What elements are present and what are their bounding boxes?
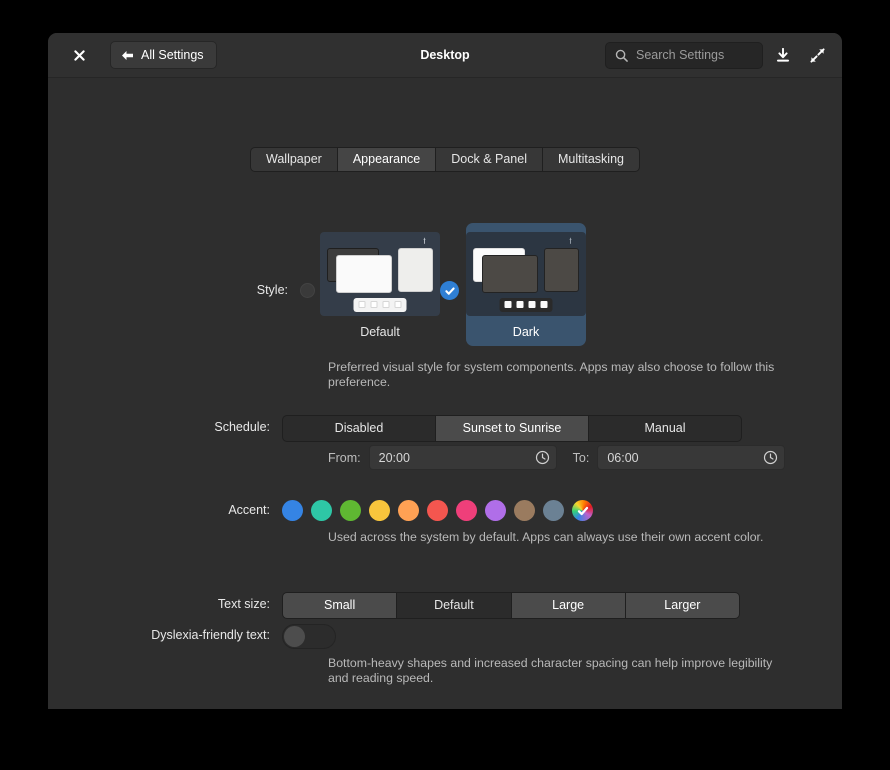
fullscreen-button[interactable] bbox=[803, 41, 831, 69]
preview-dock bbox=[354, 298, 407, 312]
schedule-time-row: From: 20:00 To: 06:00 bbox=[328, 445, 785, 470]
search-input[interactable]: Search Settings bbox=[605, 42, 763, 69]
tab-dock-panel[interactable]: Dock & Panel bbox=[436, 148, 542, 171]
download-button[interactable] bbox=[769, 41, 797, 69]
text-size-option-small[interactable]: Small bbox=[283, 593, 396, 618]
to-time-value: 06:00 bbox=[607, 451, 763, 465]
style-dark-selected-check[interactable] bbox=[440, 281, 459, 300]
style-default-caption: Default bbox=[360, 325, 400, 339]
style-dark-caption: Dark bbox=[513, 325, 539, 339]
accent-swatches bbox=[282, 500, 593, 521]
header-bar: All Settings Desktop Search Settings bbox=[48, 33, 842, 78]
schedule-row: Schedule: Disabled Sunset to Sunrise Man… bbox=[48, 415, 742, 442]
style-preview-dark bbox=[466, 232, 586, 316]
preview-window-front bbox=[336, 255, 392, 293]
dyslexia-description: Bottom-heavy shapes and increased charac… bbox=[328, 656, 780, 687]
preview-window-front bbox=[482, 255, 538, 293]
schedule-option-disabled[interactable]: Disabled bbox=[283, 416, 435, 441]
all-settings-back-button[interactable]: All Settings bbox=[110, 41, 217, 69]
search-icon bbox=[615, 49, 628, 62]
accent-swatch-yellow[interactable] bbox=[369, 500, 390, 521]
schedule-segmented-control: Disabled Sunset to Sunrise Manual bbox=[282, 415, 742, 442]
accent-swatch-orange[interactable] bbox=[398, 500, 419, 521]
check-icon bbox=[572, 500, 593, 521]
from-label: From: bbox=[328, 451, 361, 465]
style-description: Preferred visual style for system compon… bbox=[328, 360, 780, 391]
style-option-dark[interactable]: Dark bbox=[466, 223, 586, 346]
accent-description: Used across the system by default. Apps … bbox=[328, 530, 780, 545]
header-actions: Search Settings bbox=[605, 41, 831, 69]
accent-swatch-pink[interactable] bbox=[456, 500, 477, 521]
preview-window-side bbox=[398, 248, 433, 292]
schedule-option-manual[interactable]: Manual bbox=[589, 416, 741, 441]
accent-label: Accent: bbox=[48, 500, 282, 518]
tab-wallpaper[interactable]: Wallpaper bbox=[251, 148, 337, 171]
style-option-default[interactable]: Default bbox=[320, 223, 440, 346]
style-preview-default bbox=[320, 232, 440, 316]
pin-icon bbox=[567, 237, 574, 246]
close-window-button[interactable] bbox=[66, 42, 92, 68]
text-size-segmented-control: Small Default Large Larger bbox=[282, 592, 740, 619]
accent-swatch-gray[interactable] bbox=[543, 500, 564, 521]
text-size-option-large[interactable]: Large bbox=[512, 593, 625, 618]
accent-swatch-blue[interactable] bbox=[282, 500, 303, 521]
section-tabs: Wallpaper Appearance Dock & Panel Multit… bbox=[48, 147, 842, 172]
accent-swatch-teal[interactable] bbox=[311, 500, 332, 521]
preview-window-side bbox=[544, 248, 579, 292]
tab-appearance[interactable]: Appearance bbox=[338, 148, 435, 171]
style-default-radio[interactable] bbox=[300, 283, 315, 298]
accent-swatch-slate[interactable] bbox=[514, 500, 535, 521]
from-time-field[interactable]: 20:00 bbox=[369, 445, 557, 470]
text-size-option-larger[interactable]: Larger bbox=[626, 593, 739, 618]
all-settings-label: All Settings bbox=[141, 48, 204, 62]
dyslexia-toggle[interactable] bbox=[282, 624, 336, 649]
schedule-label: Schedule: bbox=[48, 415, 282, 435]
expand-icon bbox=[810, 48, 825, 63]
accent-row: Accent: bbox=[48, 500, 593, 521]
accent-swatch-purple[interactable] bbox=[485, 500, 506, 521]
arrow-left-icon bbox=[121, 50, 134, 61]
text-size-label: Text size: bbox=[48, 592, 282, 612]
settings-window: All Settings Desktop Search Settings bbox=[48, 33, 842, 709]
accent-swatch-green[interactable] bbox=[340, 500, 361, 521]
check-icon bbox=[444, 285, 456, 297]
text-size-row: Text size: Small Default Large Larger bbox=[48, 592, 740, 619]
pin-icon bbox=[421, 237, 428, 246]
schedule-option-sunset-to-sunrise[interactable]: Sunset to Sunrise bbox=[436, 416, 588, 441]
style-row: Style: Default bbox=[48, 223, 586, 346]
from-time-value: 20:00 bbox=[379, 451, 535, 465]
to-label: To: bbox=[573, 451, 590, 465]
tab-multitasking[interactable]: Multitasking bbox=[543, 148, 639, 171]
accent-swatch-red[interactable] bbox=[427, 500, 448, 521]
settings-body: Wallpaper Appearance Dock & Panel Multit… bbox=[48, 78, 842, 709]
dyslexia-label: Dyslexia-friendly text: bbox=[48, 624, 282, 643]
clock-icon bbox=[535, 450, 550, 465]
close-icon bbox=[74, 50, 85, 61]
download-icon bbox=[776, 48, 790, 63]
accent-swatch-multicolor[interactable] bbox=[572, 500, 593, 521]
toggle-knob bbox=[284, 626, 305, 647]
to-time-field[interactable]: 06:00 bbox=[597, 445, 785, 470]
clock-icon bbox=[763, 450, 778, 465]
search-placeholder: Search Settings bbox=[636, 48, 724, 62]
style-label: Style: bbox=[48, 223, 300, 298]
dyslexia-row: Dyslexia-friendly text: bbox=[48, 624, 336, 649]
preview-dock bbox=[500, 298, 553, 312]
text-size-option-default[interactable]: Default bbox=[397, 593, 510, 618]
